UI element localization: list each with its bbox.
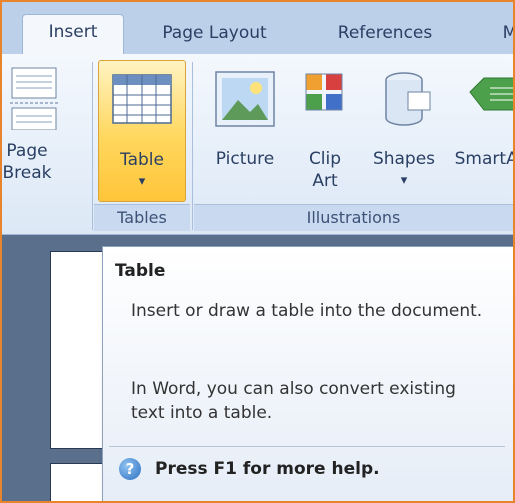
- clip-art-label-2: Art: [312, 171, 338, 191]
- ribbon-tab-bar: Insert Page Layout References M: [2, 2, 513, 55]
- picture-label: Picture: [215, 149, 275, 169]
- group-separator: [92, 62, 93, 230]
- tab-insert[interactable]: Insert: [22, 14, 124, 55]
- page-break-label-1: Page: [6, 141, 48, 161]
- tooltip-help-text: Press F1 for more help.: [155, 459, 380, 479]
- group-separator: [192, 62, 193, 230]
- shapes-button[interactable]: Shapes ▾: [364, 60, 444, 200]
- picture-button[interactable]: Picture: [202, 60, 288, 200]
- smartart-icon: [469, 77, 513, 111]
- page-break-button[interactable]: Page Break: [2, 60, 72, 200]
- ribbon: Page Break Table ▾ Tables Picture Clip A…: [2, 54, 513, 235]
- shapes-icon: [385, 72, 431, 126]
- clip-art-label-1: Clip: [308, 149, 342, 169]
- smartart-label: SmartArt: [454, 149, 513, 169]
- tooltip-divider: [109, 446, 505, 447]
- page-break-label-2: Break: [2, 163, 52, 183]
- table-icon: [112, 74, 172, 124]
- clip-art-button[interactable]: Clip Art: [290, 60, 360, 200]
- table-tooltip: Table Insert or draw a table into the do…: [102, 246, 513, 501]
- tooltip-title: Table: [115, 261, 166, 281]
- shapes-label: Shapes: [372, 149, 436, 169]
- tab-references[interactable]: References: [325, 16, 445, 50]
- tab-page-layout[interactable]: Page Layout: [152, 16, 277, 50]
- picture-icon: [215, 71, 275, 127]
- clip-art-icon: [305, 73, 343, 111]
- tooltip-description: Insert or draw a table into the document…: [131, 301, 483, 321]
- illustrations-group-label: Illustrations: [194, 204, 513, 231]
- tooltip-description-extra: In Word, you can also convert existing t…: [131, 379, 456, 423]
- page-break-icon: [10, 67, 58, 130]
- shapes-dropdown-arrow: ▾: [400, 173, 408, 188]
- table-dropdown-arrow: ▾: [138, 174, 146, 189]
- table-label: Table: [120, 150, 164, 170]
- table-button[interactable]: Table ▾: [98, 60, 186, 202]
- word-window: Insert Page Layout References M Page Bre…: [0, 0, 515, 503]
- tab-partial[interactable]: M: [500, 16, 513, 50]
- help-icon: ?: [119, 458, 141, 480]
- tables-group-label: Tables: [94, 204, 190, 231]
- smartart-button[interactable]: SmartArt: [448, 60, 513, 200]
